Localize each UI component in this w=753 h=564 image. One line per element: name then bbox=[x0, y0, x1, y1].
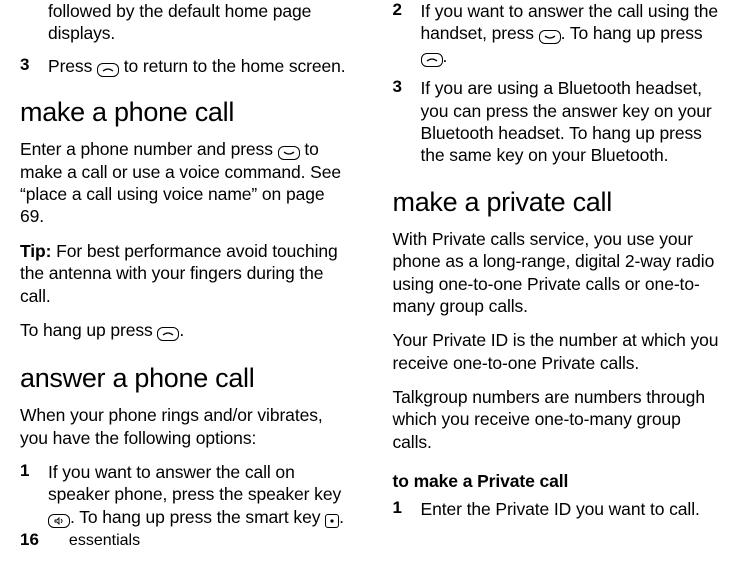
step-number: 1 bbox=[393, 498, 421, 520]
text-a: If you want to answer the call on speake… bbox=[48, 462, 341, 504]
text-c: . bbox=[443, 46, 448, 66]
step-number: 2 bbox=[393, 0, 421, 67]
spacer bbox=[20, 0, 48, 45]
continued-text: followed by the default home page displa… bbox=[48, 0, 351, 45]
text-b: . To hang up press bbox=[561, 23, 703, 43]
heading-answer-phone-call: answer a phone call bbox=[20, 363, 351, 394]
subheading-to-make-private-call: to make a Private call bbox=[393, 471, 724, 492]
private-p3: Talkgroup numbers are numbers through wh… bbox=[393, 386, 724, 453]
text-b: . To hang up press the smart key bbox=[70, 507, 325, 527]
text-c: . bbox=[339, 507, 344, 527]
heading-make-phone-call: make a phone call bbox=[20, 97, 351, 128]
step-body: If you are using a Bluetooth headset, yo… bbox=[421, 77, 724, 167]
smart-key-icon bbox=[325, 514, 339, 528]
page-columns: followed by the default home page displa… bbox=[20, 0, 723, 510]
text-a: To hang up press bbox=[20, 320, 157, 340]
answer-step-3: 3 If you are using a Bluetooth headset, … bbox=[393, 77, 724, 167]
step-number: 3 bbox=[393, 77, 421, 167]
speaker-key-icon bbox=[48, 514, 70, 528]
continued-text-wrap: followed by the default home page displa… bbox=[20, 0, 351, 45]
step-number: 1 bbox=[20, 461, 48, 528]
step-body: If you want to answer the call on speake… bbox=[48, 461, 351, 528]
step-body: If you want to answer the call using the… bbox=[421, 0, 724, 67]
step-3: 3 Press to return to the home screen. bbox=[20, 55, 351, 77]
step-number: 3 bbox=[20, 55, 48, 77]
text-a: Press bbox=[48, 56, 97, 76]
make-call-body: Enter a phone number and press to make a… bbox=[20, 138, 351, 228]
send-key-icon bbox=[539, 30, 561, 44]
heading-make-private-call: make a private call bbox=[393, 187, 724, 218]
tip-label: Tip: bbox=[20, 241, 51, 261]
private-p1: With Private calls service, you use your… bbox=[393, 228, 724, 318]
page-number: 16 bbox=[20, 530, 39, 550]
footer-section-label: essentials bbox=[69, 532, 140, 550]
text-a: Enter a phone number and press bbox=[20, 139, 278, 159]
text-b: to return to the home screen. bbox=[119, 56, 346, 76]
hangup-text: To hang up press . bbox=[20, 319, 351, 341]
right-column: 2 If you want to answer the call using t… bbox=[393, 0, 724, 510]
private-p2: Your Private ID is the number at which y… bbox=[393, 329, 724, 374]
step-body: Press to return to the home screen. bbox=[48, 55, 346, 77]
tip-paragraph: Tip: For best performance avoid touching… bbox=[20, 240, 351, 307]
end-key-icon bbox=[157, 327, 179, 341]
answer-step-2: 2 If you want to answer the call using t… bbox=[393, 0, 724, 67]
send-key-icon bbox=[278, 146, 300, 160]
page-footer: 16 essentials bbox=[20, 530, 140, 550]
text-b: . bbox=[179, 320, 184, 340]
step-body: Enter the Private ID you want to call. bbox=[421, 498, 700, 520]
end-key-icon bbox=[97, 63, 119, 77]
end-key-icon bbox=[421, 53, 443, 67]
answer-intro: When your phone rings and/or vibrates, y… bbox=[20, 404, 351, 449]
private-step-1: 1 Enter the Private ID you want to call. bbox=[393, 498, 724, 520]
answer-step-1: 1 If you want to answer the call on spea… bbox=[20, 461, 351, 528]
left-column: followed by the default home page displa… bbox=[20, 0, 351, 510]
tip-body: For best performance avoid touching the … bbox=[20, 241, 338, 306]
